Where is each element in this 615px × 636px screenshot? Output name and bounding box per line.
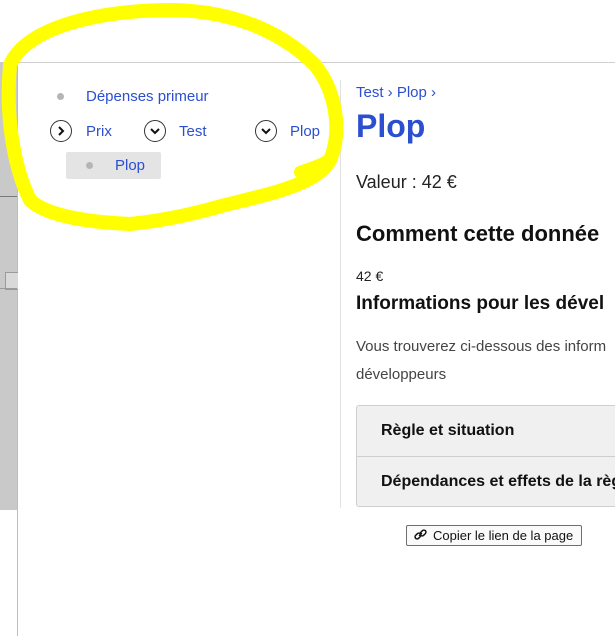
- accordion-dependencies[interactable]: Dépendances et effets de la règ: [357, 456, 615, 506]
- developer-paragraph: Vous trouverez ci-dessous des inform dév…: [356, 338, 607, 383]
- nav-item-label: Dépenses primeur: [86, 88, 209, 105]
- chevron-right-icon[interactable]: [50, 120, 72, 142]
- value-line: Valeur : 42 €: [356, 172, 457, 192]
- copy-link-button[interactable]: Copier le lien de la page: [406, 525, 583, 546]
- nav-item-prix[interactable]: Prix: [50, 120, 112, 142]
- bullet-icon: [57, 93, 64, 100]
- section-heading: Comment cette donnée: [356, 221, 600, 246]
- rail-border: [17, 62, 18, 636]
- page-title: Plop: [356, 108, 426, 144]
- chevron-down-icon[interactable]: [255, 120, 277, 142]
- nav-item-label: Plop: [290, 122, 321, 140]
- chevron-down-icon[interactable]: [144, 120, 166, 142]
- link-icon: [413, 527, 428, 545]
- developer-heading: Informations pour les dével: [356, 293, 605, 314]
- nav-item-label: Test: [179, 122, 207, 140]
- window-top-border: [0, 62, 615, 63]
- nav-item-plop-selected[interactable]: Plop: [66, 152, 162, 179]
- nav-item-plop[interactable]: Plop: [255, 120, 320, 142]
- accordion-label: Règle et situation: [381, 422, 515, 439]
- content-divider: [340, 80, 341, 508]
- copy-link-label: Copier le lien de la page: [433, 528, 574, 543]
- left-scroll-rail[interactable]: [0, 62, 18, 636]
- nav-item-test[interactable]: Test: [144, 120, 207, 142]
- breadcrumb[interactable]: Test › Plop ›: [356, 84, 436, 101]
- amount-text: 42 €: [356, 268, 384, 284]
- accordion-label: Dépendances et effets de la règ: [381, 472, 615, 490]
- nav-item-label: Prix: [86, 122, 112, 140]
- rail-tick: [0, 196, 17, 197]
- nav-item-label: Plop: [115, 157, 146, 174]
- details-accordion: Règle et situation Dépendances et effets…: [356, 405, 615, 507]
- rail-tick: [0, 288, 17, 289]
- nav-item-depenses-primeur[interactable]: Dépenses primeur: [57, 88, 209, 105]
- bullet-icon: [86, 162, 93, 169]
- accordion-rule-situation[interactable]: Règle et situation: [357, 406, 615, 456]
